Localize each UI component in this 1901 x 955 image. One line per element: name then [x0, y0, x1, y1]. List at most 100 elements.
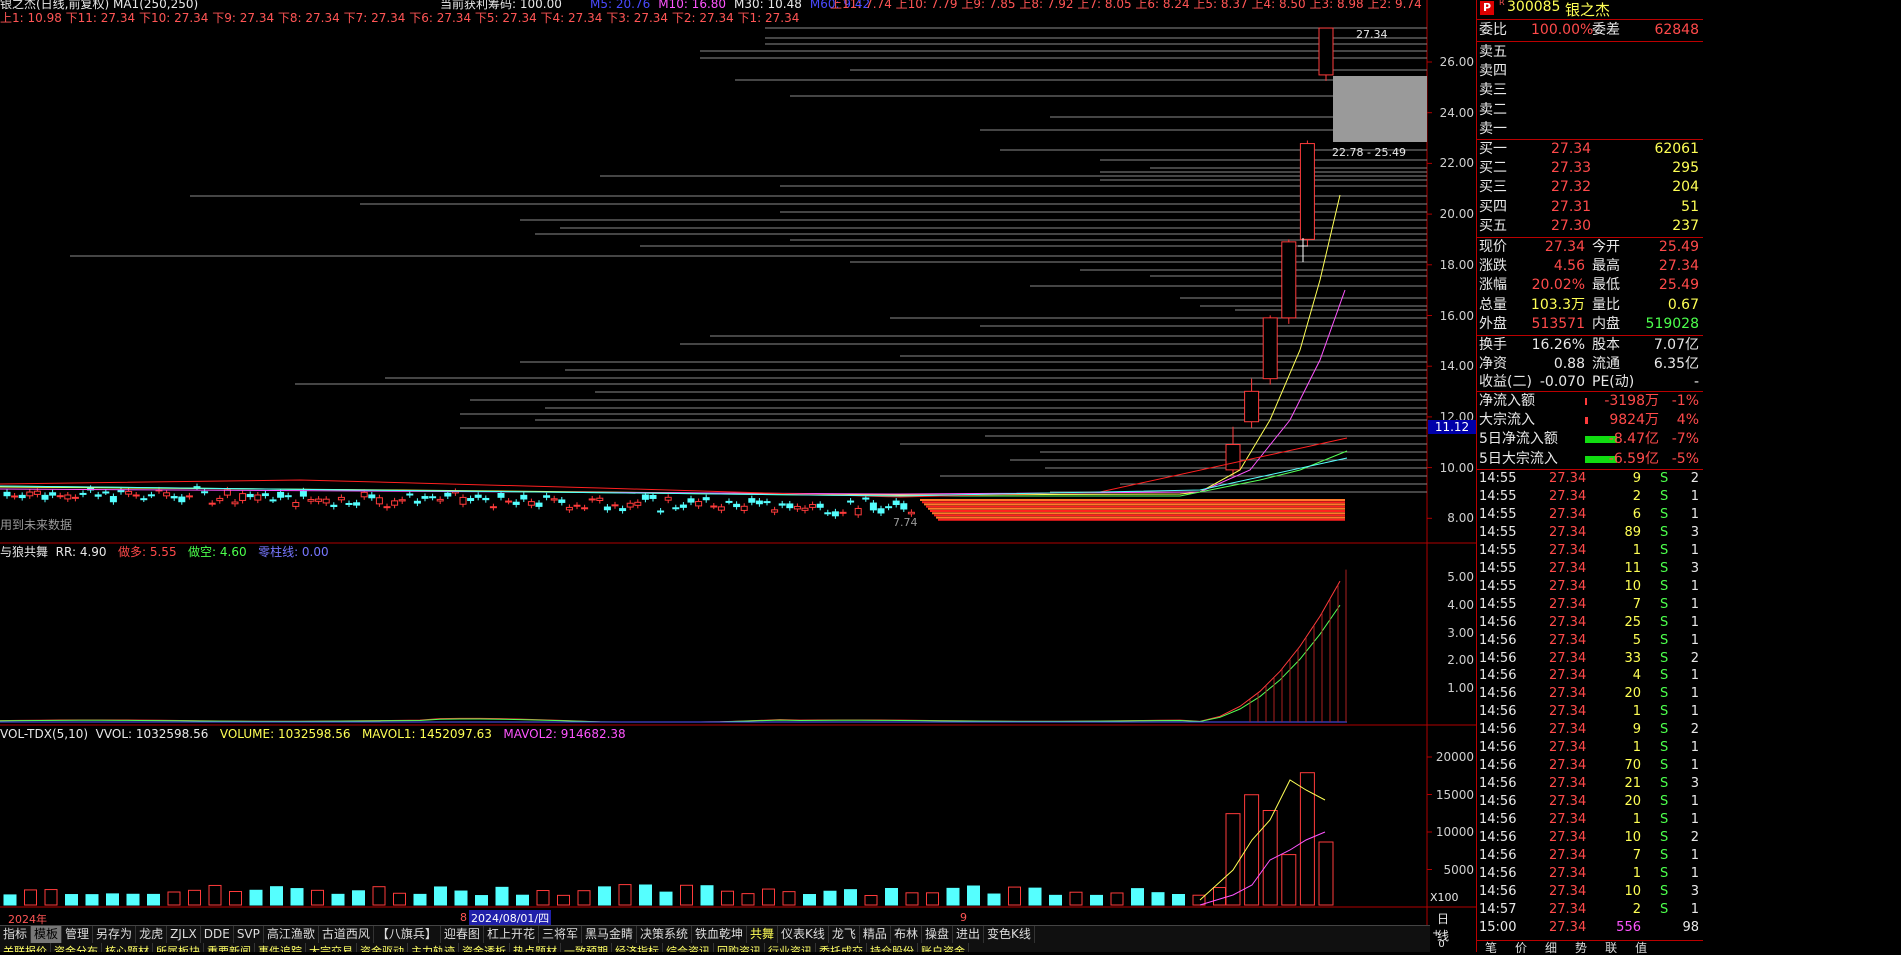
info-tab[interactable]: 回购资讯: [714, 943, 765, 952]
template-tab[interactable]: 精品: [860, 926, 891, 943]
price-axis-tick: 10.00: [1439, 460, 1474, 475]
tick-side: S: [1660, 847, 1669, 863]
upper-levels-label: 上11: 7.74 上10: 7.79 上9: 7.85 上8: 7.92 上7…: [830, 0, 1422, 11]
candle: [330, 504, 338, 508]
template-tab[interactable]: 杠上开花: [484, 926, 539, 943]
ask-row[interactable]: 卖五: [1477, 43, 1703, 62]
ask-row[interactable]: 卖一: [1477, 120, 1703, 139]
candle: [611, 504, 619, 507]
candle: [907, 511, 915, 515]
bid-row[interactable]: 买三 27.32 204: [1477, 178, 1703, 197]
tick-side: S: [1660, 650, 1669, 666]
info-tab[interactable]: 大宗交易: [306, 943, 357, 952]
quote-tab[interactable]: 细: [1545, 941, 1557, 955]
quote-tab[interactable]: 值: [1635, 941, 1647, 955]
candle: [603, 506, 611, 511]
info-tab[interactable]: 核心题材: [102, 943, 153, 952]
template-tab[interactable]: 进出: [953, 926, 984, 943]
bid-row[interactable]: 买五 27.30 237: [1477, 217, 1703, 236]
info-tab[interactable]: 资金透析: [459, 943, 510, 952]
volume-bar: [413, 893, 427, 906]
quote-tab[interactable]: 联: [1605, 941, 1617, 955]
template-tab[interactable]: 管理: [62, 926, 94, 943]
ask-row[interactable]: 卖四: [1477, 62, 1703, 81]
volume-bar: [85, 894, 99, 906]
tick-time: 14:56: [1479, 704, 1517, 720]
template-tab[interactable]: 布林: [891, 926, 922, 943]
kline-chart-area[interactable]: 银之杰(日线,前复权) MA1(250,250) 当前获利筹码: 100.00 …: [0, 0, 1476, 950]
template-tab[interactable]: 仪表K线: [778, 926, 829, 943]
ask-row[interactable]: 卖二: [1477, 101, 1703, 120]
candle: [307, 498, 315, 502]
template-tab[interactable]: 【八旗兵】: [374, 926, 441, 943]
template-tab[interactable]: SVP: [234, 926, 264, 943]
trade-tick-row: 14:55 27.34 6 S 1: [1477, 506, 1703, 524]
volume-bar: [270, 886, 283, 906]
template-tab[interactable]: 共舞: [747, 926, 779, 943]
template-tab[interactable]: 另存为: [93, 926, 137, 943]
zoom-controls[interactable]: + - 0: [1432, 928, 1447, 950]
trade-tick-row: 14:56 27.34 25 S 1: [1477, 614, 1703, 632]
kline-chart-svg[interactable]: [0, 0, 1476, 925]
candle: [801, 507, 809, 511]
info-tab[interactable]: 事件追踪: [255, 943, 306, 952]
candle: [429, 496, 437, 499]
tick-time: 14:56: [1479, 686, 1517, 702]
indicator-short: 做空: 4.60: [188, 545, 247, 559]
bid-row[interactable]: 买二 27.33 295: [1477, 159, 1703, 178]
info-tab[interactable]: 所属板块: [153, 943, 204, 952]
ratio-label: 委比: [1479, 22, 1507, 38]
info-tab[interactable]: 持仓股份: [867, 943, 918, 952]
template-tab[interactable]: 模板: [31, 926, 63, 943]
info-tab[interactable]: 关联报价: [0, 943, 51, 952]
indicator-axis-tick: 3.00: [1447, 625, 1474, 640]
trade-tick-row: 14:56 27.34 1 S 1: [1477, 739, 1703, 757]
info-tab[interactable]: 热点题材: [510, 943, 561, 952]
template-tab[interactable]: 变色K线: [984, 926, 1035, 943]
p-badge-icon: P: [1480, 1, 1494, 15]
info-tab[interactable]: 重要新闻: [204, 943, 255, 952]
template-tab[interactable]: 三将军: [539, 926, 582, 943]
quote-tab[interactable]: 势: [1575, 941, 1587, 955]
template-tab[interactable]: 龙虎: [136, 926, 168, 943]
template-tab[interactable]: 黑马金睛: [582, 926, 637, 943]
tick-time: 14:56: [1479, 758, 1517, 774]
template-tab[interactable]: 铁血乾坤: [692, 926, 748, 943]
volume-mavol1: MAVOL1: 1452097.63: [361, 727, 492, 741]
bid-row[interactable]: 买一 27.34 62061: [1477, 140, 1703, 159]
template-tab[interactable]: ZJLX: [167, 926, 201, 943]
info-tab[interactable]: 主力轨迹: [408, 943, 459, 952]
template-tab[interactable]: DDE: [201, 926, 234, 943]
info-tab[interactable]: 行业资讯: [765, 943, 816, 952]
info-tab[interactable]: 资金分布: [51, 943, 102, 952]
candle: [193, 486, 201, 489]
info-tab[interactable]: 委托成交: [816, 943, 867, 952]
ask-row[interactable]: 卖三: [1477, 81, 1703, 100]
info-tab[interactable]: 一致预期: [561, 943, 612, 952]
trade-tick-row: 14:55 27.34 9 S 2: [1477, 470, 1703, 488]
flow-label: 5日大宗流入: [1479, 450, 1558, 467]
template-tab[interactable]: 高江渔歌: [264, 926, 319, 943]
quote-tab[interactable]: 笔: [1485, 941, 1497, 955]
template-tab[interactable]: 操盘: [922, 926, 953, 943]
template-tab[interactable]: 指标: [0, 926, 32, 943]
info-tab[interactable]: 经济指标: [612, 943, 663, 952]
info-tab[interactable]: 账户资金: [918, 943, 969, 952]
template-tab[interactable]: 决策系统: [637, 926, 692, 943]
volume-name: VOL-TDX(5,10): [0, 727, 89, 741]
volume-bar: [1225, 813, 1241, 906]
info-tab[interactable]: 综合资讯: [663, 943, 714, 952]
quote-tab[interactable]: 价: [1515, 941, 1527, 955]
bid-row[interactable]: 买四 27.31 51: [1477, 198, 1703, 217]
tick-count: 2: [1690, 650, 1699, 666]
template-tab[interactable]: 迎春图: [441, 926, 484, 943]
tick-volume: 7: [1632, 847, 1641, 863]
info-tab[interactable]: 资金驱动: [357, 943, 408, 952]
candle: [353, 502, 361, 506]
tick-volume: 20: [1624, 686, 1641, 702]
stat-value: 513571: [1531, 315, 1585, 332]
tick-price: 27.34: [1549, 471, 1587, 486]
template-tab[interactable]: 古道西风: [319, 926, 374, 943]
template-tab[interactable]: 龙飞: [829, 926, 860, 943]
candle: [649, 494, 657, 499]
